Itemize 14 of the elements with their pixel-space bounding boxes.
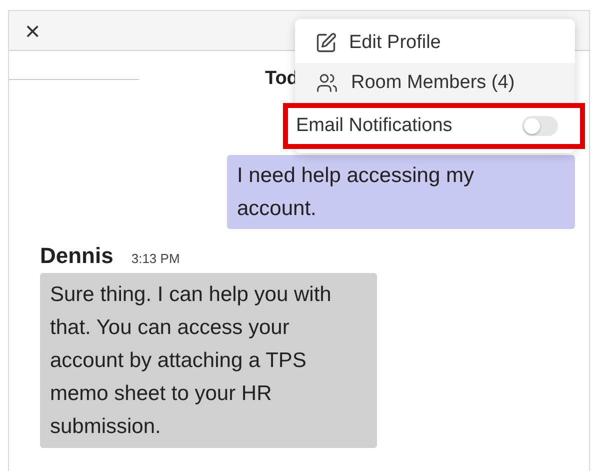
- users-icon: [315, 72, 339, 94]
- incoming-message: Sure thing. I can help you with that. You can access your account by attaching a TPS memo sheet to your HR submission.: [40, 273, 377, 448]
- message-time: 3:13 PM: [131, 251, 180, 266]
- menu-item-label: Room Members (4): [351, 72, 515, 94]
- menu-item-label: Edit Profile: [349, 32, 441, 54]
- edit-icon: [315, 32, 337, 54]
- menu-item-label: Email Notifications: [296, 115, 452, 137]
- menu-item[interactable]: Edit Profile: [295, 23, 575, 63]
- menu-item[interactable]: Room Members (4): [295, 63, 575, 103]
- menu-item[interactable]: Email Notifications: [283, 103, 585, 149]
- sender-name: Dennis: [40, 243, 114, 269]
- toggle-switch[interactable]: [522, 116, 558, 136]
- outgoing-message: I need help accessing my account.: [227, 155, 575, 229]
- close-button[interactable]: ×: [21, 18, 44, 44]
